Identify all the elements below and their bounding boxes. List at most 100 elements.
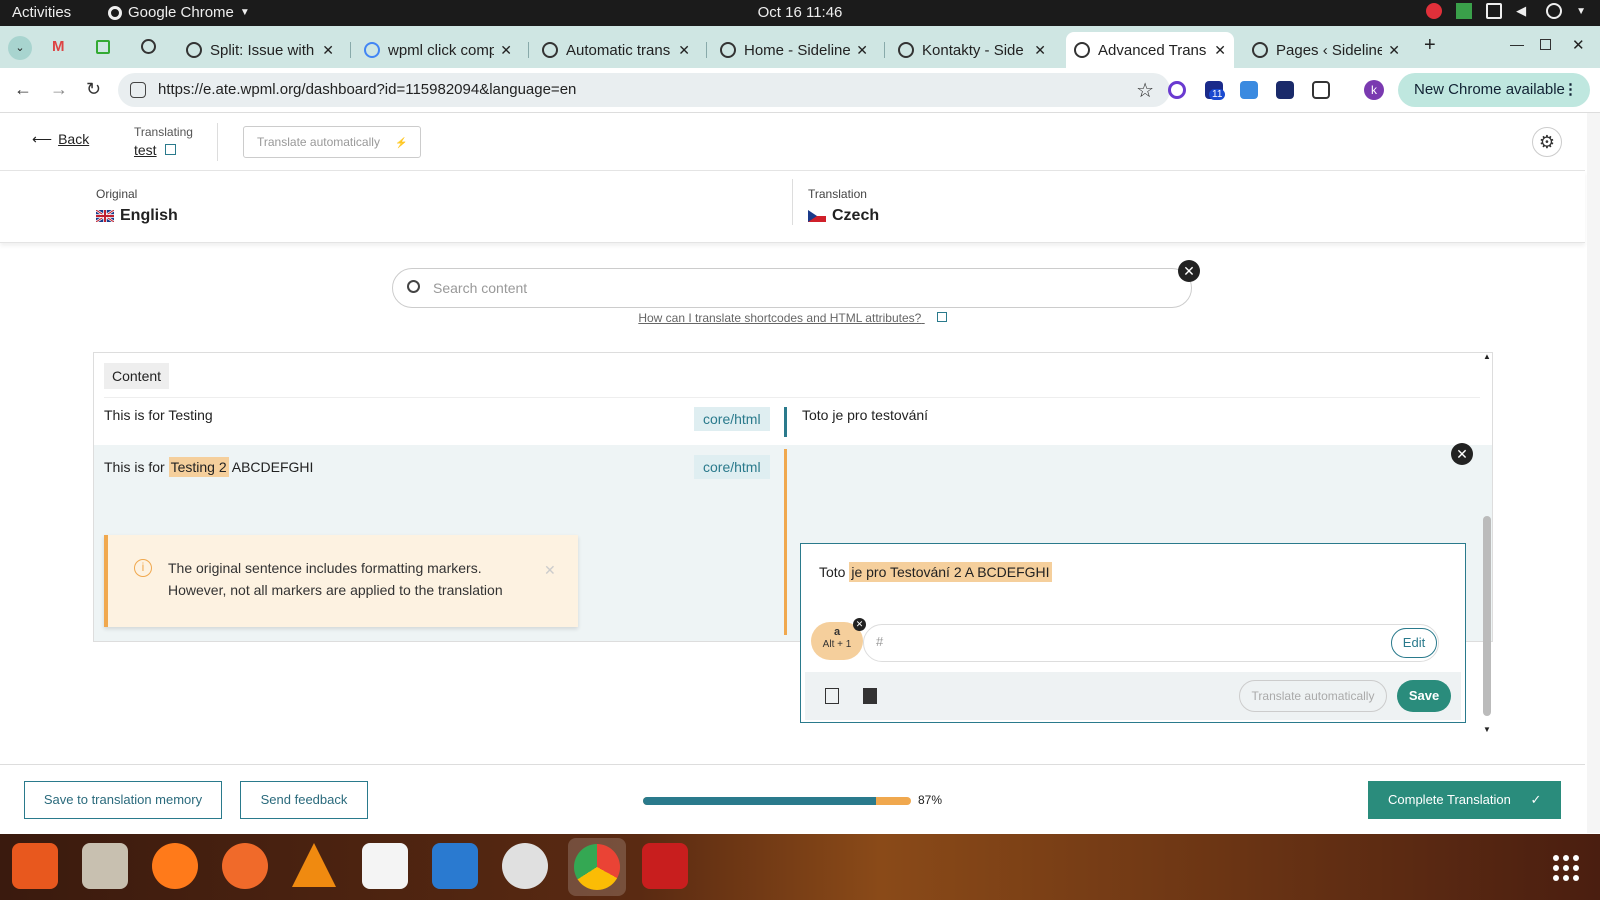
browser-toolbar: ← → ↻ https://e.ate.wpml.org/dashboard?i… [0,68,1600,113]
source-segment[interactable]: This is for Testing [104,407,213,423]
chrome-dock-icon-active[interactable] [568,838,626,896]
scrollbar-thumb[interactable] [1483,516,1491,716]
browser-tab[interactable]: Kontakty - Side ✕ [890,32,1054,68]
search-placeholder: Search content [433,280,528,296]
close-icon[interactable]: ✕ [678,42,690,59]
target-segment[interactable]: Toto je pro testování [802,407,928,423]
close-icon[interactable]: ✕ [544,559,556,581]
back-link[interactable]: ⟵ Back [32,131,89,148]
shortcodes-help-link[interactable]: How can I translate shortcodes and HTML … [0,311,1585,325]
content-tag: Content [104,363,170,389]
translation-language-name: Czech [832,207,880,224]
browser-tab[interactable]: Pages ‹ Sideline ✕ [1244,32,1408,68]
segment-row-active: This is for Testing 2 ABCDEFGHI core/htm… [94,445,1492,723]
progress-percent: 87% [918,793,943,807]
translating-name-link[interactable]: test [134,142,176,158]
react-devtools-icon[interactable] [1276,81,1294,99]
power-icon[interactable] [1546,3,1563,19]
browser-tab[interactable]: Split: Issue with ✕ [178,32,342,68]
activities-button[interactable]: Activities [12,4,71,21]
chevron-down-icon[interactable]: ▼ [1576,6,1586,17]
translate-automatically-button[interactable]: Translate automatically [1239,680,1387,712]
settings-gear-button[interactable]: ⚙ [1532,127,1562,157]
app-menu[interactable]: Google Chrome ▼ [108,4,250,21]
browser-tab[interactable]: wpml click comp ✕ [356,32,520,68]
files-icon[interactable] [82,843,128,889]
close-icon[interactable]: ✕ [500,42,512,59]
close-icon[interactable]: ✕ [1388,42,1400,59]
software-center-icon[interactable] [12,843,58,889]
restore-icon[interactable] [1540,39,1551,50]
back-arrow-icon[interactable]: ← [14,79,32,100]
header-divider [217,123,218,161]
volume-icon[interactable]: ◀ [1516,3,1532,19]
complete-translation-button[interactable]: Complete Translation ✓ [1368,781,1561,819]
close-icon[interactable]: ✕ [1214,42,1226,59]
clear-search-button[interactable]: ✕ [1178,260,1200,282]
remove-marker-icon[interactable]: ✕ [853,618,866,631]
network-icon[interactable] [1486,3,1503,19]
new-chrome-available-button[interactable]: New Chrome available ⋮ [1398,73,1590,107]
vscode-icon[interactable] [432,843,478,889]
source-segment[interactable]: This is for Testing 2 ABCDEFGHI [104,457,313,477]
close-icon[interactable]: ✕ [1034,42,1046,59]
save-to-translation-memory-button[interactable]: Save to translation memory [24,781,222,819]
address-bar[interactable]: https://e.ate.wpml.org/dashboard?id=1159… [118,73,1170,107]
system-tray[interactable]: ◀ ▼ [1426,3,1586,19]
text-editor-icon[interactable] [362,843,408,889]
extension-icon[interactable] [1168,81,1186,99]
page-scrollbar[interactable] [1587,113,1600,833]
panel-scrollbar[interactable]: ▲ ▼ [1483,352,1491,734]
lightning-icon: ⚡ [395,138,408,149]
new-tab-button[interactable]: + [1424,34,1436,57]
tab-title: Advanced Trans [1098,41,1207,59]
translation-input[interactable]: Toto je pro Testování 2 A BCDEFGHI [819,562,1052,582]
browser-tab[interactable]: Automatic trans ✕ [534,32,698,68]
search-icon [407,280,420,293]
vlc-icon[interactable] [292,843,336,887]
close-window-icon[interactable]: ✕ [1572,36,1585,54]
save-button[interactable]: Save [1397,680,1451,712]
browser-tab-active[interactable]: Advanced Trans ✕ [1066,32,1234,68]
translate-automatically-button[interactable]: Translate automatically ⚡ [243,126,421,158]
pinned-tab-icon[interactable] [141,39,156,54]
site-settings-icon[interactable] [130,82,146,98]
app-name: Google Chrome [128,4,234,21]
pinned-tab-icon[interactable] [96,40,110,54]
send-feedback-button[interactable]: Send feedback [240,781,368,819]
extensions-puzzle-icon[interactable] [1312,81,1330,99]
bookmark-star-icon[interactable]: ☆ [1136,78,1154,103]
firefox-icon[interactable] [152,843,198,889]
translation-editor[interactable]: Toto je pro Testování 2 A BCDEFGHI # a Al… [800,543,1466,723]
original-label: Original [96,187,138,201]
reload-icon[interactable]: ↻ [86,79,101,100]
scroll-down-icon[interactable]: ▼ [1483,725,1491,734]
save-to-memory-icon[interactable] [863,688,877,704]
extension-badge-icon[interactable]: 11 [1205,81,1226,100]
browser-tab[interactable]: Home - Sideline ✕ [712,32,876,68]
extension-icon[interactable] [1240,81,1258,99]
tab-title: Split: Issue with [210,41,315,59]
scroll-up-icon[interactable]: ▲ [1483,352,1491,361]
edit-button[interactable]: Edit [1391,628,1437,658]
copy-icon[interactable] [825,688,839,704]
app-indicator-icon[interactable] [1456,3,1473,19]
arrow-left-icon: ⟵ [32,131,53,147]
close-editor-button[interactable]: ✕ [1451,443,1473,465]
uk-flag-icon [96,210,114,222]
drawing-app-icon[interactable] [222,843,268,889]
forward-arrow-icon[interactable]: → [50,79,68,100]
gmail-pinned-tab[interactable]: M [52,38,65,55]
tab-favicon [1074,42,1090,58]
marker-field[interactable]: # [863,624,1439,662]
minimize-icon[interactable]: — [1510,36,1524,52]
close-icon[interactable]: ✕ [856,42,868,59]
search-input[interactable]: Search content [392,268,1192,308]
show-apps-grid-icon[interactable] [1552,854,1580,882]
do-not-disturb-icon[interactable] [1426,3,1443,19]
close-icon[interactable]: ✕ [322,42,334,59]
settings-icon[interactable] [502,843,548,889]
tab-search-button[interactable]: ⌄ [8,36,32,60]
profile-avatar[interactable]: k [1364,80,1384,100]
filezilla-icon[interactable] [642,843,688,889]
